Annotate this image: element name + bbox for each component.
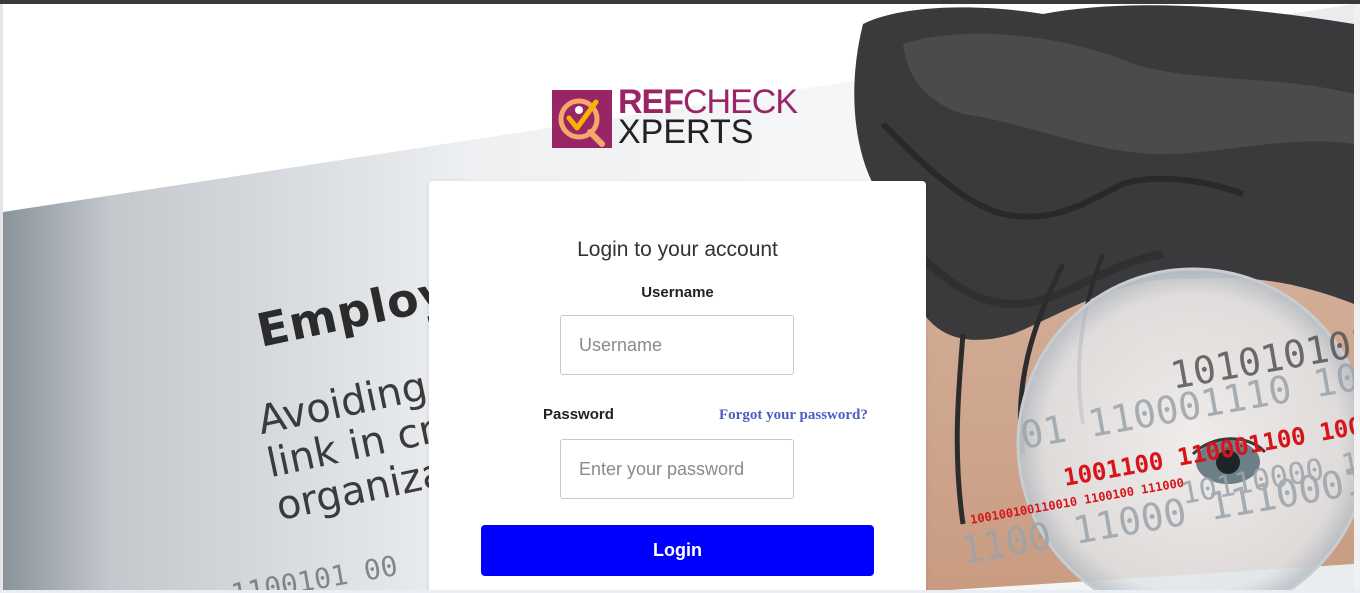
- login-title: Login to your account: [577, 238, 778, 261]
- password-input[interactable]: [560, 439, 794, 499]
- brand-logo: REFCHECK XPERTS: [552, 84, 804, 151]
- login-page: 1010101010 10 01 110001110 100 1100 1100…: [0, 0, 1360, 593]
- password-label: Password: [543, 406, 614, 423]
- logo-mark-icon: [552, 90, 612, 148]
- login-button[interactable]: Login: [481, 525, 874, 576]
- scrollbar[interactable]: [1354, 4, 1360, 593]
- logo-wordmark-bottom: XPERTS: [618, 113, 754, 151]
- username-label: Username: [641, 284, 714, 301]
- login-card: Login to your account Username Password …: [429, 181, 926, 593]
- username-input[interactable]: [560, 315, 794, 375]
- forgot-password-link[interactable]: Forgot your password?: [719, 407, 868, 424]
